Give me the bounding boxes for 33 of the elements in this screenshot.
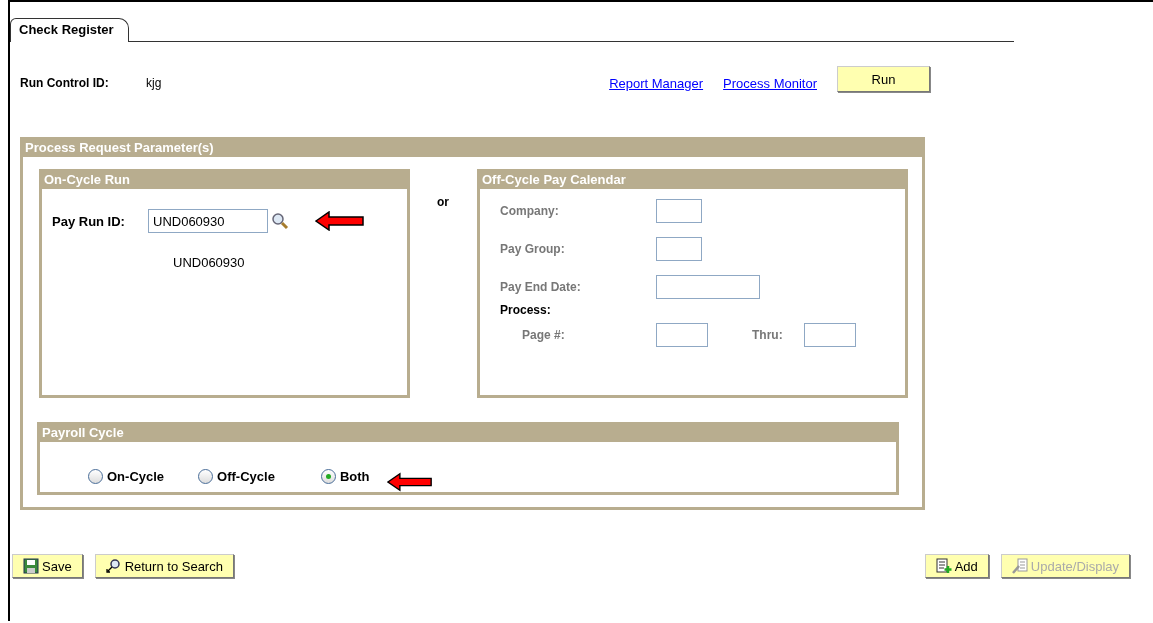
- field-label: Process:: [500, 303, 552, 317]
- section-header: On-Cycle Run: [42, 169, 407, 189]
- field-label: Pay Run ID:: [52, 213, 126, 229]
- separator-text: or: [436, 194, 450, 209]
- section-header: Off-Cycle Pay Calendar: [480, 169, 905, 189]
- toolbar-button[interactable]: Save: [12, 554, 83, 578]
- field-label: Pay Group:: [500, 242, 566, 256]
- radio-label: Both: [339, 468, 370, 484]
- field-label: Run Control ID:: [20, 76, 110, 90]
- field-label: Pay End Date:: [500, 280, 582, 294]
- tab[interactable]: Check Register: [10, 18, 129, 42]
- toolbar-button[interactable]: Add: [924, 554, 989, 578]
- magnifier-icon: [105, 558, 122, 574]
- section-header: Payroll Cycle: [40, 422, 896, 442]
- text-field[interactable]: UND060930: [148, 209, 268, 233]
- radio-label: Off-Cycle: [217, 468, 275, 484]
- section-header: Process Request Parameter(s): [23, 137, 922, 157]
- field-label: Thru:: [752, 328, 783, 342]
- document-plus-icon: [935, 558, 952, 574]
- radio-button[interactable]: [320, 468, 336, 484]
- search-icon: [271, 212, 289, 230]
- radio-button[interactable]: [88, 468, 103, 484]
- radio-button[interactable]: [198, 468, 214, 484]
- toolbar-button[interactable]: Return to Search: [94, 554, 234, 578]
- field-label: Page #:: [522, 328, 565, 342]
- link[interactable]: Report Manager: [609, 75, 704, 91]
- document-pen-icon: [1011, 558, 1028, 574]
- run-button[interactable]: Run: [837, 66, 930, 92]
- field-label: Company:: [500, 204, 560, 218]
- radio-label: On-Cycle: [107, 468, 165, 484]
- field-value: UND060930: [173, 255, 246, 270]
- field-value: kjg: [146, 76, 163, 90]
- link[interactable]: Process Monitor: [723, 75, 817, 91]
